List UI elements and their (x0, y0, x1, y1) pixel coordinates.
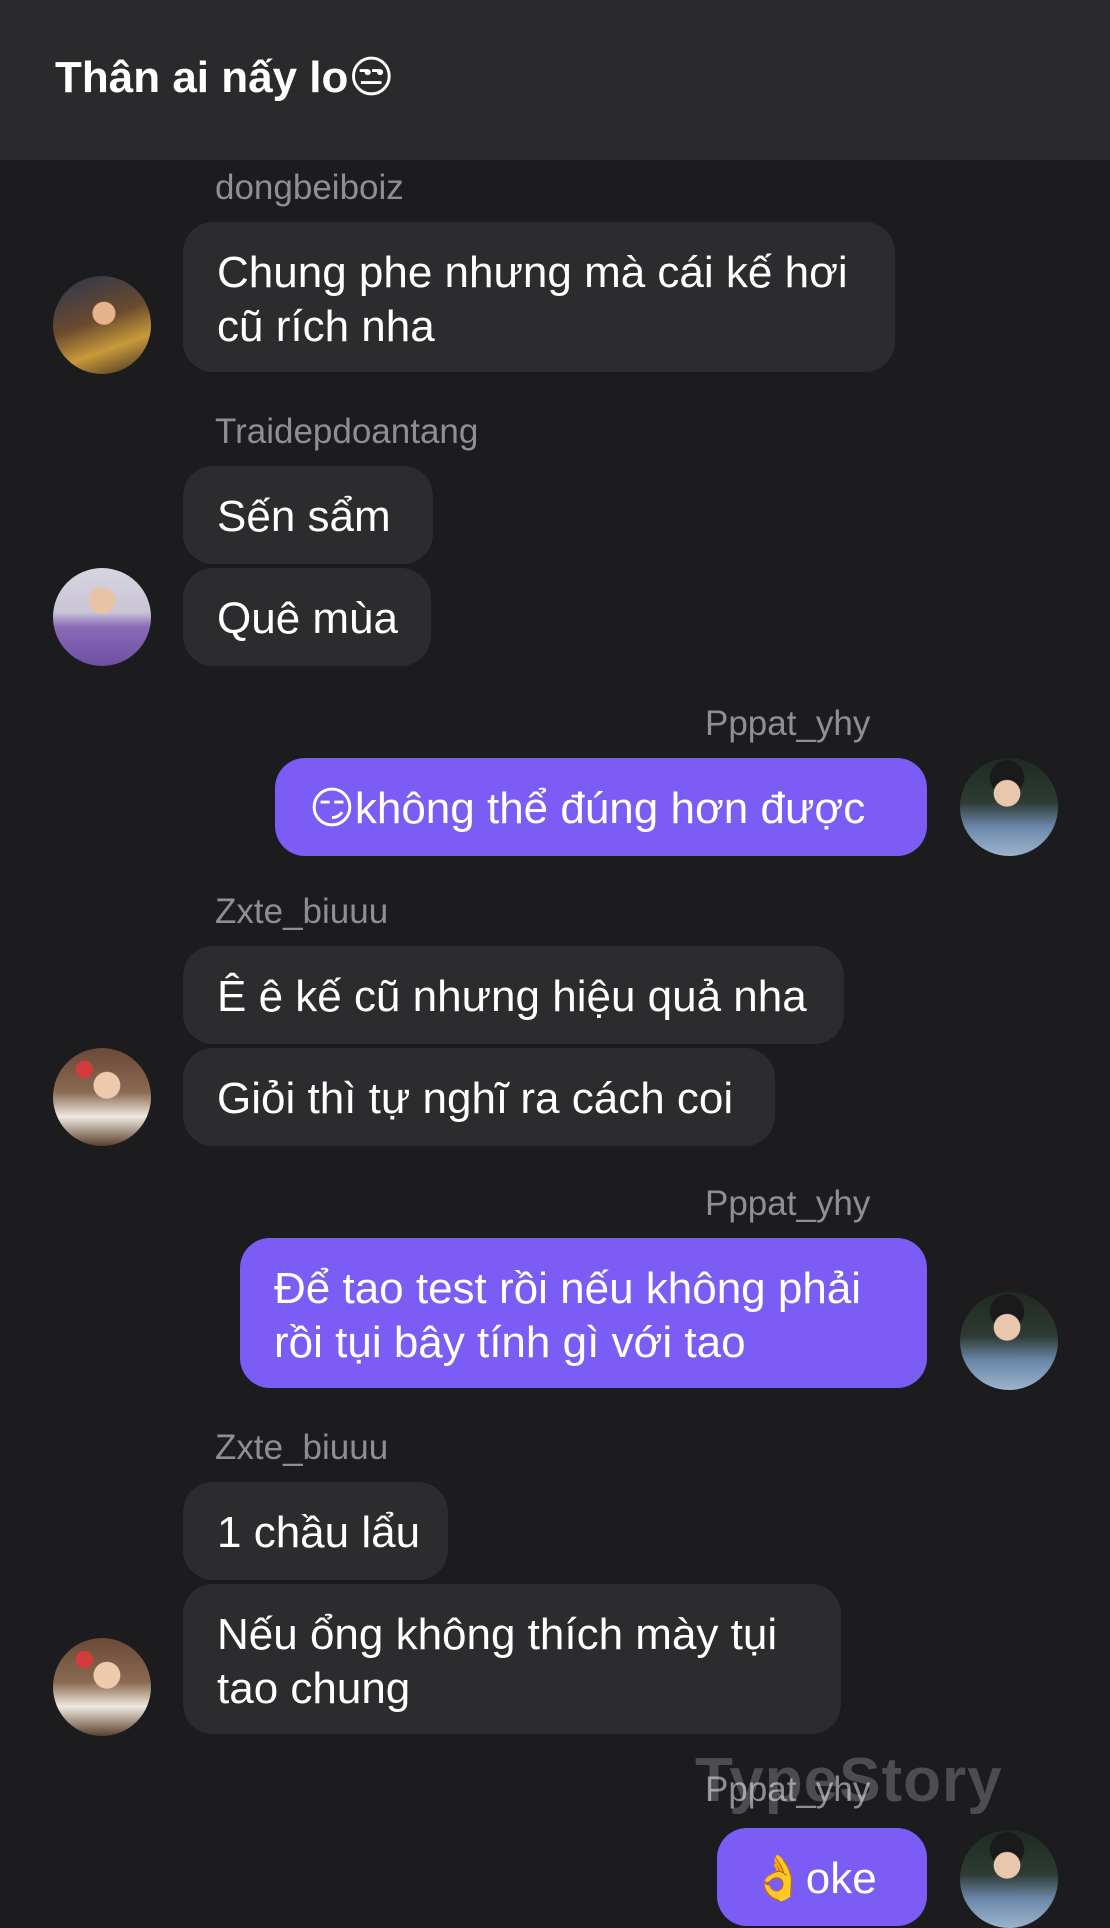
message-bubble[interactable]: Ê ê kế cũ nhưng hiệu quả nha (183, 946, 844, 1044)
watermark: TypeStory (695, 1746, 1003, 1815)
avatar[interactable] (960, 1830, 1058, 1928)
message-line: rồi tụi bây tính gì với tao (274, 1318, 746, 1367)
sender-name: Pppat_yhy (705, 1184, 871, 1223)
message-line: tao chung (217, 1664, 411, 1713)
message-bubble[interactable]: 1 chầu lẩu (183, 1482, 448, 1580)
message-line: Để tao test rồi nếu không phải (274, 1264, 862, 1313)
avatar[interactable] (53, 1048, 151, 1146)
sender-name: Pppat_yhy (705, 704, 871, 743)
message-list[interactable]: dongbeiboiz Chung phe nhưng mà cái kế hơ… (0, 160, 1110, 1928)
message-line: Nếu ổng không thích mày tụi (217, 1610, 778, 1659)
message-bubble[interactable]: Chung phe nhưng mà cái kế hơi cũ rích nh… (183, 222, 895, 372)
chat-header: Thân ai nấy lo😒 (0, 0, 1110, 160)
sender-name: dongbeiboiz (215, 168, 404, 207)
sender-name: Zxte_biuuu (215, 1428, 389, 1467)
sender-name: Traidepdoantang (215, 412, 479, 451)
message-line: cũ rích nha (217, 302, 435, 351)
avatar[interactable] (960, 758, 1058, 856)
avatar[interactable] (53, 1638, 151, 1736)
message-bubble[interactable]: Sến sẩm (183, 466, 433, 564)
message-bubble[interactable]: Quê mùa (183, 568, 431, 666)
message-bubble[interactable]: Giỏi thì tự nghĩ ra cách coi (183, 1048, 775, 1146)
message-bubble[interactable]: Để tao test rồi nếu không phải rồi tụi b… (240, 1238, 927, 1388)
chat-title: Thân ai nấy lo😒 (55, 53, 395, 102)
sender-name: Zxte_biuuu (215, 892, 389, 931)
avatar[interactable] (53, 568, 151, 666)
message-bubble[interactable]: 😏không thể đúng hơn được (275, 758, 927, 856)
avatar[interactable] (960, 1292, 1058, 1390)
avatar[interactable] (53, 276, 151, 374)
message-line: Chung phe nhưng mà cái kế hơi (217, 248, 848, 297)
message-bubble[interactable]: 👌oke (717, 1828, 927, 1926)
message-bubble[interactable]: Nếu ổng không thích mày tụi tao chung (183, 1584, 841, 1734)
